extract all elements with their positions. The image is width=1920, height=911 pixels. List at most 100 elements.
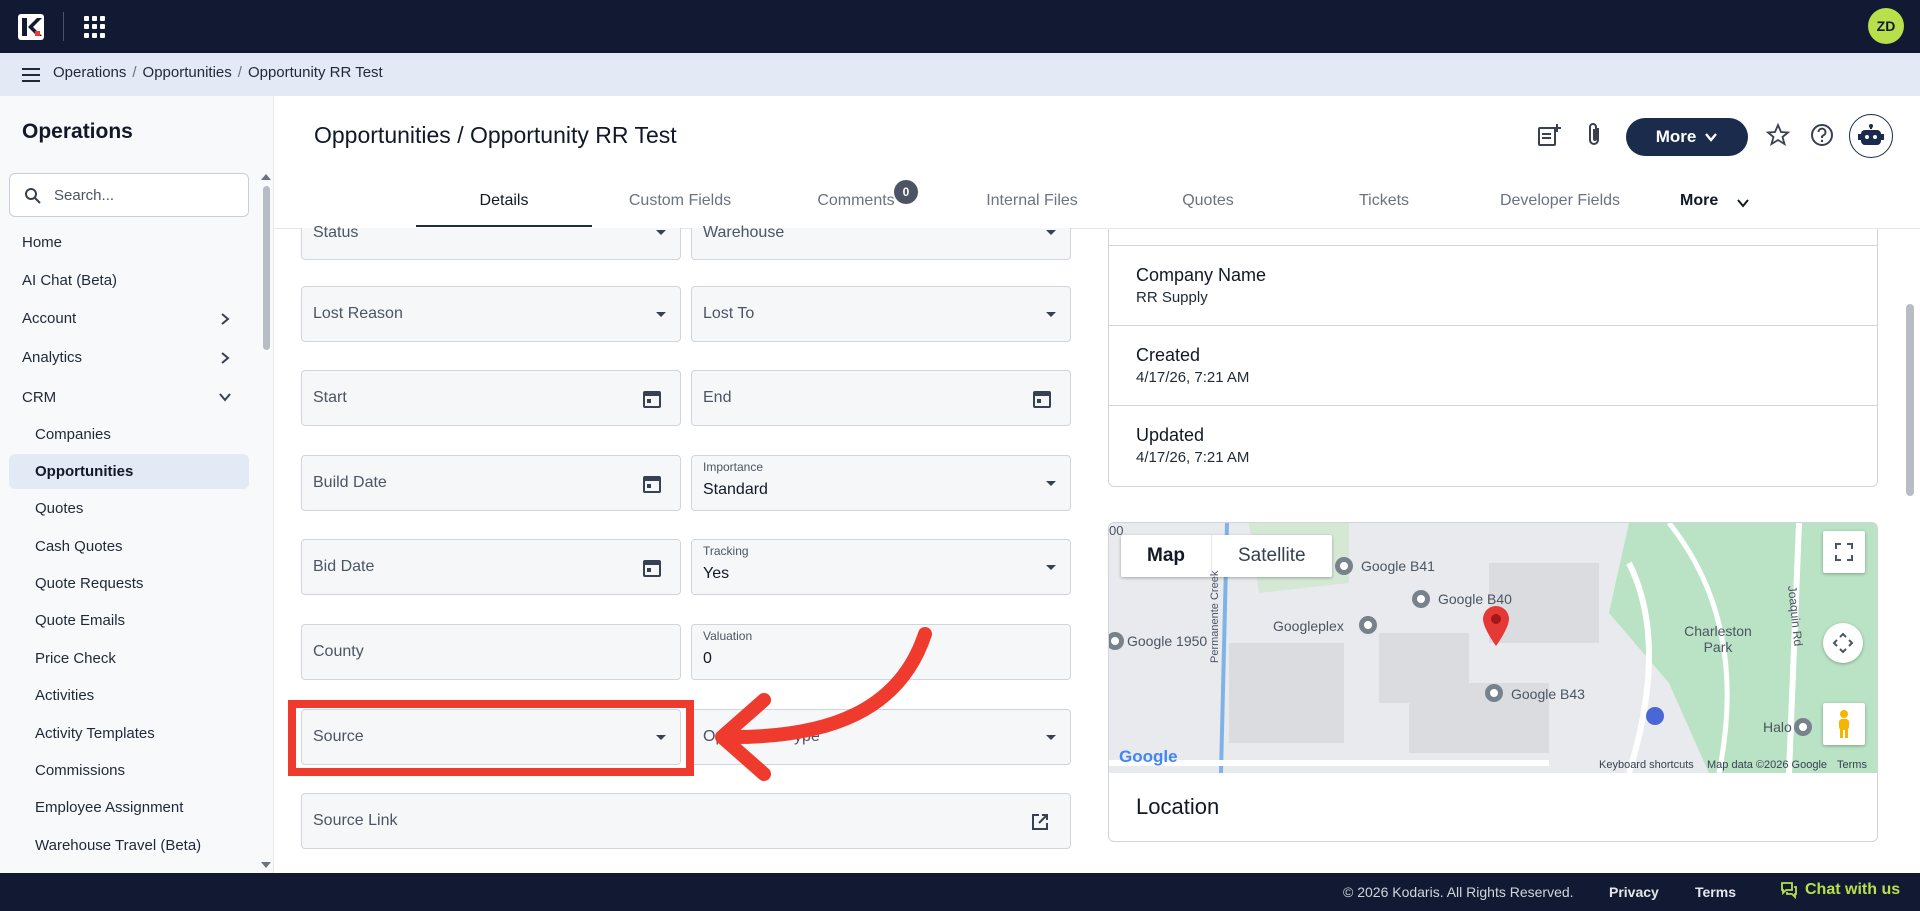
chat-with-us-button[interactable]: Chat with us — [1780, 881, 1900, 899]
sidebar-scroll-down-icon[interactable] — [261, 862, 271, 868]
source-link-field[interactable]: Source Link — [301, 793, 1071, 849]
chevron-right-icon[interactable] — [218, 351, 232, 365]
sidebar-scroll-up-icon[interactable] — [261, 174, 271, 180]
chevron-down-icon[interactable] — [218, 390, 232, 404]
tab-tickets[interactable]: Tickets — [1296, 192, 1472, 210]
more-button-label: More — [1655, 127, 1697, 146]
annotation-arrow — [715, 627, 932, 781]
tab-quotes[interactable]: Quotes — [1120, 192, 1296, 210]
apps-grid-icon[interactable] — [84, 16, 106, 38]
breadcrumb-separator: / — [132, 64, 137, 81]
county-field[interactable]: County — [301, 624, 681, 680]
sidebar-item-crm[interactable]: CRM — [22, 389, 56, 406]
hamburger-menu-icon[interactable] — [22, 68, 40, 82]
company-name-label: Company Name — [1136, 265, 1267, 285]
star-icon[interactable] — [1765, 122, 1791, 148]
location-card: Map Satellite Google B41 Google B40 Goog… — [1108, 522, 1878, 842]
sidebar-item-price-check[interactable]: Price Check — [35, 650, 116, 667]
map-label: Google 1950 — [1127, 633, 1208, 649]
dropdown-arrow-icon — [1046, 481, 1056, 486]
search-input[interactable] — [54, 184, 234, 206]
tab-internal-files[interactable]: Internal Files — [944, 192, 1120, 210]
dropdown-arrow-icon — [656, 312, 666, 317]
calendar-icon[interactable] — [642, 474, 662, 494]
footer-terms-link[interactable]: Terms — [1695, 884, 1736, 900]
calendar-icon[interactable] — [642, 389, 662, 409]
map-keyboard-shortcuts[interactable]: Keyboard shortcuts — [1599, 759, 1694, 771]
map-fullscreen-button[interactable] — [1823, 531, 1865, 573]
lost-to-placeholder: Lost To — [703, 305, 755, 322]
robot-icon — [1858, 124, 1884, 145]
chevron-down-icon[interactable] — [1736, 196, 1750, 210]
chevron-right-icon[interactable] — [218, 312, 232, 326]
breadcrumb-current: Opportunity RR Test — [247, 64, 383, 81]
map-label: Charleston Park — [1684, 623, 1752, 655]
pan-arrows-icon — [1832, 632, 1854, 654]
sidebar-item-home[interactable]: Home — [22, 234, 62, 251]
annotation-highlight-box — [288, 700, 694, 776]
attachment-icon[interactable] — [1582, 122, 1608, 148]
tab-more[interactable]: More — [1680, 192, 1718, 210]
calendar-icon[interactable] — [642, 558, 662, 578]
map-pan-control[interactable] — [1823, 623, 1863, 663]
tab-custom-fields[interactable]: Custom Fields — [592, 192, 768, 210]
lost-reason-select[interactable]: Lost Reason — [301, 286, 681, 342]
logo-divider — [63, 12, 64, 41]
calendar-icon[interactable] — [1032, 389, 1052, 409]
kodaris-logo[interactable] — [18, 14, 44, 40]
sidebar-item-cash-quotes[interactable]: Cash Quotes — [35, 538, 123, 555]
sidebar-item-companies[interactable]: Companies — [35, 426, 111, 443]
bid-date-field[interactable]: Bid Date — [301, 539, 681, 595]
more-button[interactable]: More — [1626, 118, 1748, 156]
sidebar-item-commissions[interactable]: Commissions — [35, 762, 125, 779]
created-label: Created — [1136, 345, 1201, 365]
importance-select[interactable]: Importance Standard — [691, 455, 1071, 511]
start-date-field[interactable]: Start — [301, 370, 681, 426]
sidebar-item-account[interactable]: Account — [22, 310, 76, 327]
add-note-icon[interactable] — [1536, 122, 1562, 148]
sidebar-item-ai-chat[interactable]: AI Chat (Beta) — [22, 272, 117, 289]
street-view-button[interactable] — [1823, 703, 1865, 745]
help-icon[interactable] — [1809, 122, 1835, 148]
updated-value: 4/17/26, 7:21 AM — [1136, 449, 1250, 466]
footer-privacy-link[interactable]: Privacy — [1609, 884, 1659, 900]
build-date-field[interactable]: Build Date — [301, 455, 681, 511]
tab-developer-fields[interactable]: Developer Fields — [1472, 192, 1648, 210]
sidebar-item-analytics[interactable]: Analytics — [22, 349, 82, 366]
ai-assistant-button[interactable] — [1849, 114, 1893, 158]
sidebar-item-quotes[interactable]: Quotes — [35, 500, 83, 517]
end-date-field[interactable]: End — [691, 370, 1071, 426]
tracking-select[interactable]: Tracking Yes — [691, 539, 1071, 595]
sidebar-item-warehouse-travel[interactable]: Warehouse Travel (Beta) — [35, 837, 201, 854]
sidebar-item-quote-requests[interactable]: Quote Requests — [35, 575, 143, 592]
map-type-toggle: Map Satellite — [1121, 535, 1332, 577]
sidebar-item-opportunities[interactable]: Opportunities — [35, 463, 133, 480]
sidebar-item-activity-templates[interactable]: Activity Templates — [35, 725, 155, 742]
breadcrumb-opportunities[interactable]: Opportunities — [143, 64, 232, 81]
pegman-icon — [1839, 710, 1849, 738]
main-scrollbar[interactable] — [1906, 304, 1914, 496]
sidebar-item-quote-emails[interactable]: Quote Emails — [35, 612, 125, 629]
sidebar-item-employee-assignment[interactable]: Employee Assignment — [35, 799, 183, 816]
location-pin-icon[interactable] — [1481, 605, 1511, 647]
map-type-map[interactable]: Map — [1121, 535, 1212, 577]
breadcrumb-operations[interactable]: Operations — [53, 64, 126, 81]
sidebar-scrollbar[interactable] — [263, 186, 270, 350]
warehouse-select[interactable]: Warehouse — [691, 224, 1071, 260]
status-select[interactable]: Status — [301, 224, 681, 260]
map-view[interactable]: Map Satellite Google B41 Google B40 Goog… — [1109, 523, 1877, 773]
comments-count-badge: 0 — [894, 180, 918, 204]
map-terms-link[interactable]: Terms — [1837, 759, 1867, 771]
tab-active-indicator — [416, 225, 592, 227]
external-link-icon[interactable] — [1030, 812, 1050, 832]
start-placeholder: Start — [313, 389, 347, 406]
lost-to-select[interactable]: Lost To — [691, 286, 1071, 342]
map-label: Google B43 — [1511, 686, 1585, 702]
tab-details[interactable]: Details — [416, 192, 592, 210]
map-type-satellite[interactable]: Satellite — [1212, 535, 1332, 577]
company-name-value: RR Supply — [1136, 289, 1208, 306]
fullscreen-icon — [1835, 543, 1853, 561]
sidebar-item-activities[interactable]: Activities — [35, 687, 94, 704]
tracking-value: Yes — [703, 565, 730, 582]
user-avatar[interactable]: ZD — [1868, 8, 1904, 44]
